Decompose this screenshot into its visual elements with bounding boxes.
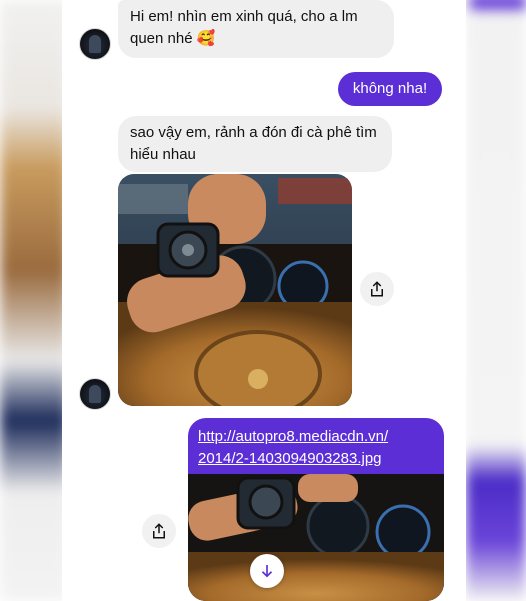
blurred-background-left xyxy=(0,0,68,601)
chat-thread: Hi em! nhìn em xinh quá, cho a lm quen n… xyxy=(62,0,466,601)
scroll-down-button[interactable] xyxy=(250,554,284,588)
incoming-photo[interactable] xyxy=(118,174,352,406)
blurred-background-top-right xyxy=(470,0,526,10)
link-url-line2[interactable]: 2014/2-1403094903283.jpg xyxy=(198,448,438,470)
avatar[interactable] xyxy=(79,28,111,60)
link-preview-image xyxy=(188,474,444,601)
incoming-message: Hi em! nhìn em xinh quá, cho a lm quen n… xyxy=(118,0,394,58)
outgoing-message: không nha! xyxy=(338,72,442,106)
link-url-line1[interactable]: http://autopro8.mediacdn.vn/ xyxy=(198,426,438,448)
outgoing-link-message[interactable]: http://autopro8.mediacdn.vn/ 2014/2-1403… xyxy=(188,418,444,601)
watch-photo xyxy=(118,174,352,406)
blurred-background-right xyxy=(466,0,526,601)
share-icon xyxy=(371,281,383,297)
arrow-down-icon xyxy=(261,565,273,578)
incoming-message: sao vậy em, rảnh a đón đi cà phê tìm hiể… xyxy=(118,116,392,172)
link-url[interactable]: http://autopro8.mediacdn.vn/ 2014/2-1403… xyxy=(198,426,438,470)
share-button[interactable] xyxy=(360,272,394,306)
share-icon xyxy=(153,523,165,539)
share-button[interactable] xyxy=(142,514,176,548)
avatar[interactable] xyxy=(79,378,111,410)
